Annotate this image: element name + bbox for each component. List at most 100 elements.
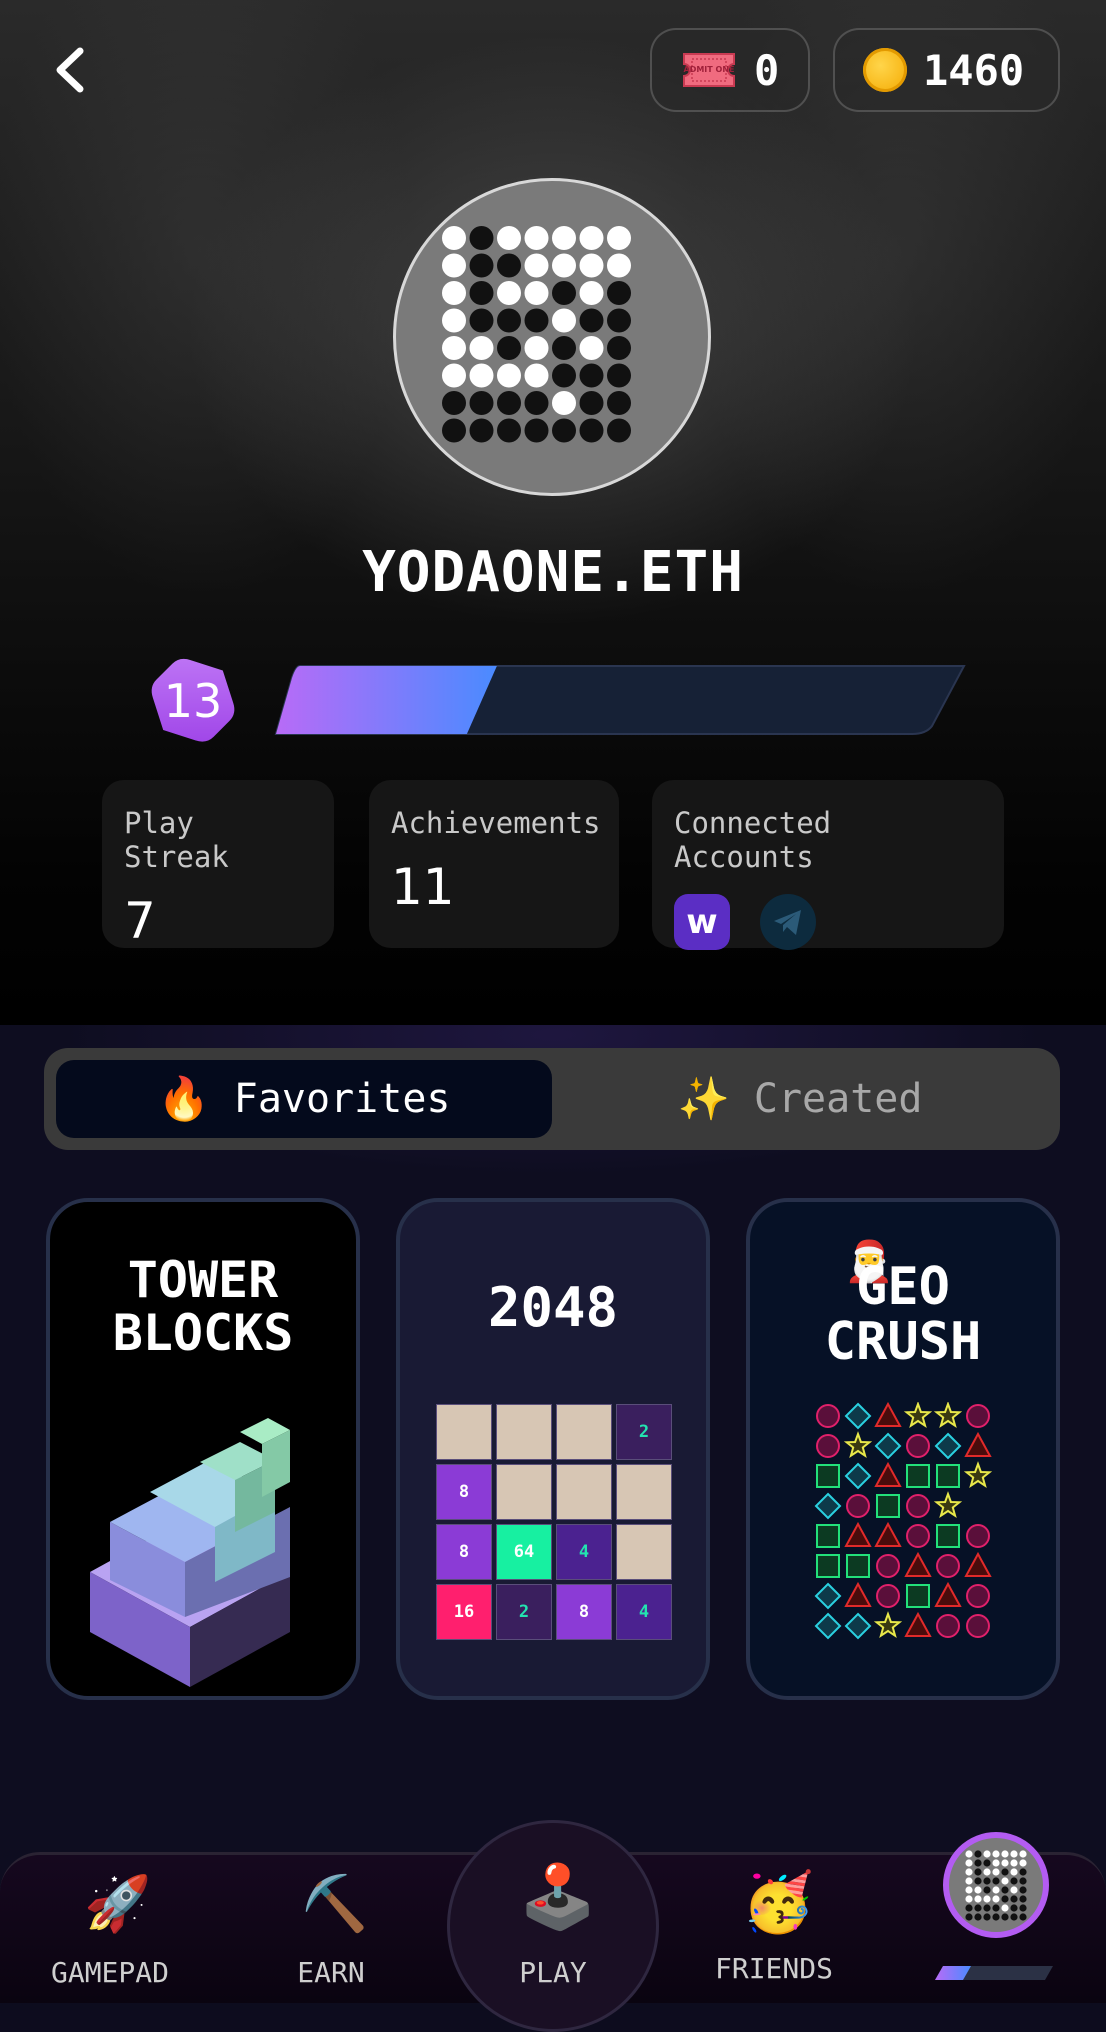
nav-profile-avatar[interactable]	[943, 1832, 1049, 1938]
game-2048-tile	[556, 1404, 612, 1460]
ticket-icon: ADMIT ONE	[683, 53, 735, 87]
nav-gamepad-label: GAMEPAD	[50, 1956, 169, 1989]
geo-crush-gem	[904, 1611, 932, 1637]
geo-crush-gem	[933, 1491, 963, 1519]
game-2048-tile: 64	[496, 1524, 552, 1580]
joystick-icon: 🕹️	[519, 1860, 597, 1933]
geo-crush-gem	[846, 1494, 870, 1518]
game-card-tower-blocks[interactable]: TOWER BLOCKS	[46, 1198, 360, 1700]
geo-crush-gem	[906, 1494, 930, 1518]
game-2048-title: 2048	[487, 1276, 619, 1339]
game-2048-tile: 16	[436, 1584, 492, 1640]
tab-created-label: Created	[753, 1076, 923, 1122]
geo-crush-gem	[816, 1464, 840, 1488]
play-streak-card: Play Streak 7	[102, 780, 334, 950]
achievements-card[interactable]: Achievements 11	[369, 780, 619, 948]
game-card-2048[interactable]: 2048 2 8 8 64 4 16 2 8 4	[396, 1198, 710, 1700]
game-2048-tile: 2	[496, 1584, 552, 1640]
game-card-geo-crush[interactable]: 🎅 GEO CRUSH	[746, 1198, 1060, 1700]
geo-crush-board	[814, 1402, 993, 1640]
nav-gamepad[interactable]: 🚀 GAMEPAD	[20, 1872, 200, 2000]
connected-accounts-label: Connected Accounts	[674, 806, 832, 874]
coins-balance[interactable]: 1460	[833, 28, 1060, 112]
games-tabs: 🔥 Favorites ✨ Created	[44, 1048, 1060, 1150]
geo-crush-gem	[906, 1434, 930, 1458]
profile-avatar-mini-icon	[965, 1850, 1027, 1921]
geo-crush-gem	[844, 1612, 872, 1640]
game-2048-tile: 8	[436, 1464, 492, 1520]
nav-friends[interactable]: 🥳 FRIENDS	[684, 1868, 864, 2000]
geo-crush-gem	[964, 1431, 992, 1457]
tab-created[interactable]: ✨ Created	[552, 1060, 1048, 1138]
w-account-letter: w	[686, 902, 718, 942]
geo-crush-gem	[873, 1611, 903, 1639]
geo-crush-title-line2: CRUSH	[824, 1311, 982, 1372]
back-button[interactable]	[40, 40, 100, 100]
chevron-left-icon	[56, 47, 84, 93]
tickets-balance[interactable]: ADMIT ONE 0	[650, 28, 810, 112]
geo-crush-gem	[874, 1461, 902, 1487]
geo-crush-gem	[936, 1524, 960, 1548]
game-2048-tile: 4	[556, 1524, 612, 1580]
geo-crush-gem	[876, 1494, 900, 1518]
game-2048-tile: 4	[616, 1584, 672, 1640]
party-face-icon: 🥳	[742, 1868, 815, 1936]
rocket-icon: 🚀	[84, 1872, 152, 1935]
game-2048-board: 2 8 8 64 4 16 2 8 4	[436, 1404, 674, 1642]
fire-icon: 🔥	[157, 1074, 210, 1123]
nav-friends-label: FRIENDS	[714, 1952, 833, 1985]
tickets-count: 0	[754, 45, 780, 95]
xp-progress-fill	[276, 666, 497, 734]
geo-crush-gem	[906, 1584, 930, 1608]
telegram-plane-icon	[773, 910, 801, 935]
geo-crush-gem	[906, 1464, 930, 1488]
tower-blocks-title-line1: TOWER	[127, 1251, 279, 1309]
geo-crush-gem	[844, 1581, 872, 1607]
geo-crush-gem	[966, 1404, 990, 1428]
geo-crush-gem	[814, 1492, 842, 1520]
geo-crush-title-line1: GEO	[856, 1257, 950, 1317]
game-2048-tile: 2	[616, 1404, 672, 1460]
nav-play[interactable]: 🕹️ PLAY	[463, 1860, 643, 2000]
nav-play-label: PLAY	[519, 1956, 587, 1989]
tab-favorites[interactable]: 🔥 Favorites	[56, 1060, 552, 1138]
game-2048-tile	[496, 1404, 552, 1460]
geo-crush-gem	[963, 1461, 993, 1489]
geo-crush-gem	[876, 1584, 900, 1608]
geo-crush-gem	[936, 1614, 960, 1638]
achievements-value: 11	[391, 858, 455, 916]
geo-crush-gem	[933, 1402, 963, 1429]
nav-xp-mini-bar	[935, 1966, 1053, 1980]
geo-crush-gem	[814, 1612, 842, 1640]
geo-crush-gem	[816, 1434, 840, 1458]
geo-crush-gem	[874, 1402, 902, 1427]
telegram-icon[interactable]	[759, 894, 816, 950]
nav-earn[interactable]: ⛏️ EARN	[241, 1872, 421, 2000]
avatar-pixel-pattern	[442, 226, 631, 443]
tab-favorites-label: Favorites	[233, 1076, 451, 1122]
geo-crush-gem	[844, 1521, 872, 1547]
play-streak-label: Play Streak	[124, 806, 229, 874]
geo-crush-gem	[966, 1524, 990, 1548]
w-account-icon[interactable]: w	[674, 894, 730, 950]
geo-crush-gem	[966, 1584, 990, 1608]
geo-crush-gem	[844, 1402, 872, 1430]
geo-crush-gem	[936, 1464, 960, 1488]
xp-progress-bar	[274, 665, 966, 735]
pickaxe-icon: ⛏️	[301, 1872, 369, 1935]
geo-crush-gem	[814, 1582, 842, 1610]
level-number: 13	[163, 674, 223, 728]
game-2048-tile	[616, 1464, 672, 1520]
profile-avatar[interactable]	[393, 178, 711, 496]
game-2048-tile	[556, 1464, 612, 1520]
geo-crush-gem	[936, 1554, 960, 1578]
game-2048-tile	[436, 1404, 492, 1460]
geo-crush-gem	[904, 1551, 932, 1577]
geo-crush-gem	[874, 1521, 902, 1547]
ticket-icon-text: ADMIT ONE	[684, 65, 735, 74]
game-2048-tile	[616, 1524, 672, 1580]
username: YODAONE.ETH	[362, 540, 744, 605]
geo-crush-gem	[816, 1554, 840, 1578]
play-streak-value: 7	[124, 892, 156, 950]
geo-crush-gem	[966, 1614, 990, 1638]
